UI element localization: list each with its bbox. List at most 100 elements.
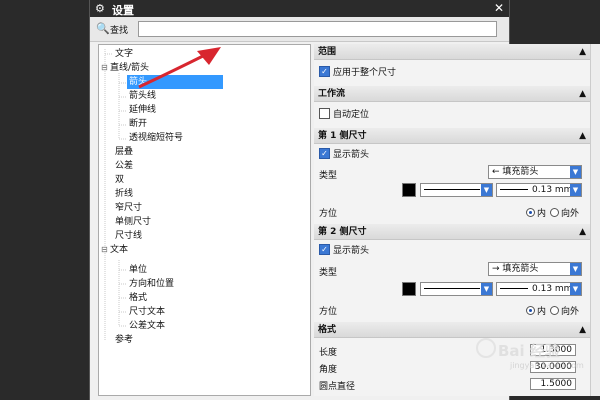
- tree-item-break[interactable]: 断开: [129, 117, 147, 131]
- side2-color-swatch[interactable]: [402, 282, 416, 296]
- dropdown-arrow-icon[interactable]: ▼: [481, 283, 492, 295]
- side1-radio-inside[interactable]: 内: [526, 206, 546, 219]
- tree-item-label: 文字: [115, 49, 134, 59]
- length-label: 长度: [319, 348, 338, 358]
- side2-radio-inside[interactable]: 内: [526, 304, 546, 317]
- radio-label: 向外: [561, 307, 580, 317]
- collapse-icon[interactable]: ⊟: [101, 61, 110, 75]
- tree-item-tolerance[interactable]: 公差: [115, 159, 133, 173]
- tree-item-units[interactable]: 单位: [129, 263, 147, 277]
- watermark-url: jingyan.baidu.com: [510, 361, 584, 370]
- tree-item-label: 公差文本: [129, 321, 166, 331]
- side1-show-arrow-checkbox[interactable]: ✓ 显示箭头: [319, 148, 369, 162]
- tree-item-label: 折线: [115, 189, 134, 199]
- background-left: [0, 0, 89, 400]
- line-width-preview: [500, 189, 528, 190]
- radio-selected-icon: [526, 306, 535, 315]
- side2-line-width-select[interactable]: 0.13 mm ▼: [496, 282, 582, 296]
- apply-to-whole-dimension-checkbox[interactable]: ✓ 应用于整个尺寸: [319, 66, 396, 80]
- tree-item-text-group[interactable]: ⊟ 文本: [101, 243, 128, 257]
- section-title: 第 1 侧尺寸: [318, 131, 367, 141]
- checkbox-checked-icon: ✓: [319, 148, 330, 159]
- radio-selected-icon: [526, 208, 535, 217]
- dot-diameter-field[interactable]: 1.5000: [530, 378, 576, 390]
- tree-item-tolerance-text[interactable]: 公差文本: [129, 319, 165, 333]
- section-title: 格式: [318, 325, 337, 335]
- tree-item-label: 方向和位置: [129, 279, 175, 289]
- checkbox-unchecked-icon: [319, 108, 330, 119]
- collapse-up-icon[interactable]: ▲: [579, 224, 586, 240]
- select-value: 0.13 mm: [532, 284, 573, 294]
- radio-unselected-icon: [550, 306, 559, 315]
- panel-scrollbar[interactable]: [590, 44, 600, 396]
- dropdown-arrow-icon[interactable]: ▼: [570, 283, 581, 295]
- tree-item-lines-arrows[interactable]: ⊟ 直线/箭头: [101, 61, 149, 75]
- tree-item-orientation-position[interactable]: 方向和位置: [129, 277, 174, 291]
- search-label: 查找: [110, 26, 129, 36]
- tree-item-label: 尺寸线: [115, 231, 143, 241]
- tree-item-label: 延伸线: [129, 105, 157, 115]
- auto-place-checkbox[interactable]: 自动定位: [319, 108, 369, 122]
- tree-item-stacking[interactable]: 层叠: [115, 145, 133, 159]
- tree-item-dual[interactable]: 双: [115, 173, 124, 187]
- tree-item-narrow-dimension[interactable]: 窄尺寸: [115, 201, 142, 215]
- gear-icon: ⚙: [95, 2, 105, 15]
- tree-item-format[interactable]: 格式: [129, 291, 147, 305]
- tree-item-dimension-text[interactable]: 尺寸文本: [129, 305, 165, 319]
- collapse-icon[interactable]: ⊟: [101, 243, 110, 257]
- section-header-side1[interactable]: 第 1 侧尺寸 ▲: [314, 128, 590, 144]
- tree-item-arrow-line[interactable]: 箭头线: [129, 89, 156, 103]
- tree-item-single-sided-dimension[interactable]: 单侧尺寸: [115, 215, 151, 229]
- watermark-logo: Bai 经验: [498, 342, 560, 360]
- side2-type-select[interactable]: → 填充箭头 ▼: [488, 262, 582, 276]
- side2-line-style-select[interactable]: ▼: [420, 282, 493, 296]
- dropdown-arrow-icon[interactable]: ▼: [570, 184, 581, 196]
- side1-radio-outside[interactable]: 向外: [550, 206, 579, 219]
- radio-label: 内: [537, 307, 547, 317]
- side2-radio-outside[interactable]: 向外: [550, 304, 579, 317]
- line-style-preview: [424, 189, 480, 190]
- collapse-up-icon[interactable]: ▲: [579, 44, 586, 60]
- section-header-scope[interactable]: 范围 ▲: [314, 44, 590, 60]
- dropdown-arrow-icon[interactable]: ▼: [570, 263, 581, 275]
- side2-show-arrow-checkbox[interactable]: ✓ 显示箭头: [319, 244, 369, 258]
- section-title: 工作流: [318, 89, 346, 99]
- search-bar: 🔍 查找: [90, 17, 509, 42]
- side1-color-swatch[interactable]: [402, 183, 416, 197]
- section-header-side2[interactable]: 第 2 侧尺寸 ▲: [314, 224, 590, 240]
- section-header-workflow[interactable]: 工作流 ▲: [314, 86, 590, 102]
- tree-item-extension-line[interactable]: 延伸线: [129, 103, 156, 117]
- collapse-up-icon[interactable]: ▲: [579, 322, 586, 338]
- select-value: ← 填充箭头: [492, 167, 539, 177]
- title-bar[interactable]: ⚙ 设置 ✕: [90, 0, 509, 17]
- tree-item-jog[interactable]: 折线: [115, 187, 133, 201]
- tree-item-label: 双: [115, 175, 125, 185]
- section-header-format[interactable]: 格式 ▲: [314, 322, 590, 338]
- tree-item-arrow[interactable]: 箭头: [127, 75, 223, 89]
- collapse-up-icon[interactable]: ▲: [579, 128, 586, 144]
- tree-item-dimension-line[interactable]: 尺寸线: [115, 229, 142, 243]
- tree-item-label: 箭头线: [129, 91, 157, 101]
- dropdown-arrow-icon[interactable]: ▼: [481, 184, 492, 196]
- checkbox-label: 应用于整个尺寸: [333, 68, 397, 78]
- checkbox-label: 自动定位: [333, 110, 370, 120]
- settings-dialog: ⚙ 设置 ✕ 🔍 查找 文字 ⊟ 直线/箭头 箭头 箭头线 延伸线 断开 透视缩…: [89, 0, 600, 400]
- collapse-up-icon[interactable]: ▲: [579, 86, 586, 102]
- checkbox-checked-icon: ✓: [319, 66, 330, 77]
- select-value: 0.13 mm: [532, 185, 573, 195]
- side1-line-width-select[interactable]: 0.13 mm ▼: [496, 183, 582, 197]
- close-icon[interactable]: ✕: [494, 1, 504, 15]
- window-title: 设置: [112, 4, 134, 17]
- dropdown-arrow-icon[interactable]: ▼: [570, 166, 581, 178]
- tree-item-label: 层叠: [115, 147, 134, 157]
- search-input[interactable]: [138, 21, 497, 37]
- tree-item-reference[interactable]: 参考: [115, 333, 133, 347]
- tree-item-foreshortening-symbol[interactable]: 透视缩短符号: [129, 131, 183, 145]
- side1-orientation-label: 方位: [319, 209, 338, 219]
- dot-diameter-label: 圆点直径: [319, 382, 356, 392]
- radio-label: 内: [537, 209, 547, 219]
- side1-type-label: 类型: [319, 171, 338, 181]
- side1-line-style-select[interactable]: ▼: [420, 183, 493, 197]
- tree-item-text[interactable]: 文字: [115, 47, 133, 61]
- side1-type-select[interactable]: ← 填充箭头 ▼: [488, 165, 582, 179]
